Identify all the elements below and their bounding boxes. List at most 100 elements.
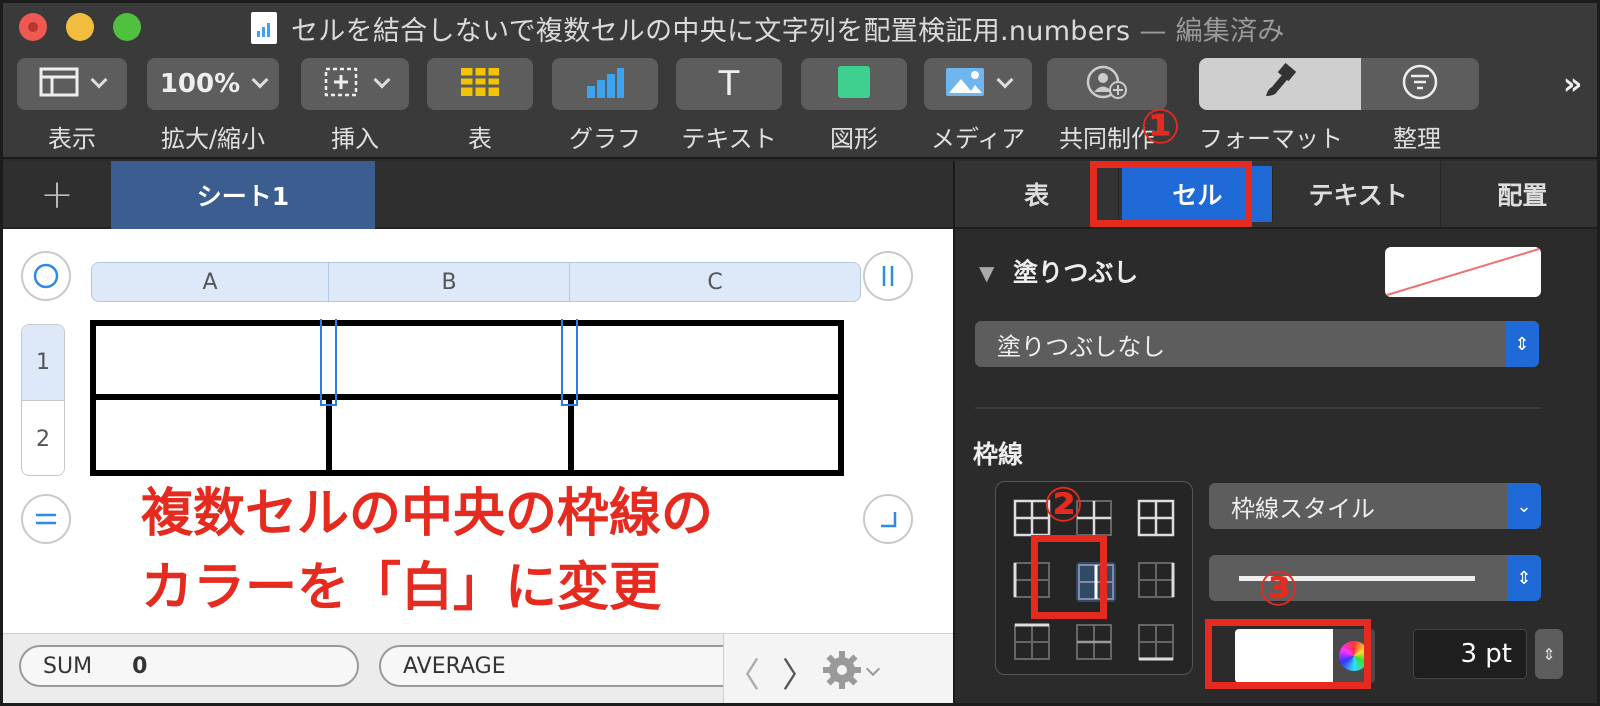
row-handle-icon bbox=[36, 513, 56, 525]
chevron-down-icon bbox=[373, 71, 391, 89]
format-organize-segmented-control bbox=[1199, 58, 1479, 110]
annotation-box-cell-tab bbox=[1090, 161, 1252, 227]
column-resize-handle[interactable] bbox=[863, 251, 913, 301]
tab-arrange[interactable]: 配置 bbox=[1441, 161, 1597, 227]
annotation-line-1: 複数セルの中央の枠線の bbox=[141, 484, 714, 544]
border-bottom-icon[interactable] bbox=[1136, 622, 1176, 662]
chevron-down-icon: ⌄ bbox=[1507, 483, 1541, 529]
fill-section-title: 塗りつぶし bbox=[1013, 258, 1139, 287]
organize-button[interactable] bbox=[1361, 58, 1479, 110]
status-controls: 〈 〉 bbox=[723, 634, 953, 703]
table-button[interactable] bbox=[427, 58, 533, 110]
border-top-icon[interactable] bbox=[1012, 622, 1052, 662]
annotation-step-2: ② bbox=[1043, 477, 1084, 533]
up-down-chevron-icon: ⇕ bbox=[1505, 321, 1539, 367]
media-label: メディア bbox=[930, 125, 1026, 153]
annotation-text: 複数セルの中央の枠線の カラーを「白」に変更 bbox=[141, 477, 713, 625]
numbers-window: セルを結合しないで複数セルの中央に文字列を配置検証用.numbers — 編集済… bbox=[0, 0, 1600, 706]
gear-icon[interactable] bbox=[820, 648, 864, 696]
average-summary[interactable]: AVERAGE bbox=[379, 645, 759, 687]
annotation-box-border-preset bbox=[1031, 535, 1107, 619]
chevron-down-icon bbox=[251, 71, 269, 89]
close-window-button[interactable] bbox=[19, 13, 47, 41]
column-header-c[interactable]: C bbox=[570, 263, 860, 301]
table-select-handle[interactable] bbox=[21, 251, 71, 301]
format-label: フォーマット bbox=[1199, 125, 1343, 153]
text-icon: T bbox=[718, 64, 740, 104]
fill-type-select[interactable]: 塗りつぶしなし ⇕ bbox=[975, 321, 1539, 367]
fill-type-value: 塗りつぶしなし bbox=[997, 332, 1166, 361]
edited-status: — 編集済み bbox=[1139, 16, 1285, 47]
format-button[interactable] bbox=[1199, 58, 1361, 110]
shape-label: 図形 bbox=[830, 125, 878, 153]
row-header-bar: 1 2 bbox=[21, 324, 65, 476]
disclosure-triangle-icon[interactable]: ▼ bbox=[979, 261, 994, 285]
border-inner-horizontal-icon[interactable] bbox=[1074, 622, 1114, 662]
add-person-icon bbox=[1083, 64, 1131, 104]
zoom-window-button[interactable] bbox=[113, 13, 141, 41]
table-grid[interactable] bbox=[89, 319, 865, 479]
sum-value: 0 bbox=[132, 653, 148, 679]
up-down-chevron-icon: ⇕ bbox=[1507, 555, 1541, 601]
text-button[interactable]: T bbox=[676, 58, 782, 110]
sum-summary[interactable]: SUM 0 bbox=[19, 645, 359, 687]
annotation-step-3: ③ bbox=[1258, 561, 1299, 617]
border-outer-icon[interactable] bbox=[1136, 498, 1176, 538]
insert-button[interactable] bbox=[301, 58, 409, 110]
numbers-document-icon bbox=[251, 12, 277, 44]
window-title: セルを結合しないで複数セルの中央に文字列を配置検証用.numbers — 編集済… bbox=[291, 9, 1285, 48]
zoom-button[interactable]: 100% bbox=[147, 58, 279, 110]
shape-button[interactable] bbox=[801, 58, 907, 110]
tab-sheet1[interactable]: シート1 bbox=[111, 161, 375, 229]
previous-icon[interactable]: 〈 bbox=[726, 648, 760, 697]
insert-icon bbox=[322, 65, 362, 103]
row-header-2[interactable]: 2 bbox=[22, 401, 64, 475]
insert-label: 挿入 bbox=[331, 125, 379, 153]
section-divider bbox=[975, 407, 1541, 409]
zoom-label: 拡大/縮小 bbox=[160, 125, 266, 153]
shape-icon bbox=[837, 65, 871, 103]
status-bar: SUM 0 AVERAGE 〈 〉 bbox=[3, 633, 953, 703]
add-sheet-button[interactable]: + bbox=[3, 161, 111, 229]
row-header-1[interactable]: 1 bbox=[22, 325, 64, 401]
border-width-stepper[interactable]: ⇕ bbox=[1535, 629, 1563, 679]
zoom-value: 100% bbox=[159, 69, 241, 99]
organize-label: 整理 bbox=[1393, 125, 1441, 153]
sidebar-layout-icon bbox=[39, 67, 79, 101]
column-header-bar: A B C bbox=[91, 262, 861, 302]
tab-text[interactable]: テキスト bbox=[1276, 161, 1441, 227]
view-button[interactable] bbox=[17, 58, 127, 110]
column-handle-icon bbox=[882, 266, 894, 286]
minimize-window-button[interactable] bbox=[66, 13, 94, 41]
sheet-canvas: A B C 1 2 複数セルの中央の枠線の カラーを「白」に変更 bbox=[3, 229, 953, 633]
border-section-title: 枠線 bbox=[973, 440, 1024, 469]
sum-label: SUM bbox=[43, 653, 93, 679]
paintbrush-icon bbox=[1260, 62, 1300, 106]
average-label: AVERAGE bbox=[403, 653, 506, 679]
corner-handle-icon bbox=[881, 512, 897, 528]
chevron-down-icon bbox=[996, 71, 1014, 89]
chart-button[interactable] bbox=[552, 58, 658, 110]
chevron-down-icon[interactable] bbox=[865, 661, 881, 677]
title-bar: セルを結合しないで複数セルの中央に文字列を配置検証用.numbers — 編集済… bbox=[3, 3, 1597, 51]
bar-chart-icon bbox=[585, 66, 625, 102]
chevron-down-icon bbox=[90, 71, 108, 89]
table-label: 表 bbox=[468, 125, 492, 153]
toolbar: 表示 100% 拡大/縮小 挿入 表 グラフ T テキスト 図形 メディア 共同… bbox=[3, 51, 1597, 159]
table-resize-handle[interactable] bbox=[863, 494, 913, 544]
table-icon bbox=[460, 67, 500, 101]
fill-color-well[interactable] bbox=[1385, 247, 1541, 297]
column-header-b[interactable]: B bbox=[329, 263, 570, 301]
circle-icon bbox=[33, 263, 59, 289]
row-resize-handle[interactable] bbox=[21, 494, 71, 544]
inspector-tabs: 表 セル テキスト 配置 bbox=[955, 161, 1597, 229]
border-width-field[interactable]: 3 pt bbox=[1413, 629, 1527, 679]
no-fill-icon bbox=[1386, 248, 1540, 296]
border-right-icon[interactable] bbox=[1136, 560, 1176, 600]
next-icon[interactable]: 〉 bbox=[782, 648, 816, 697]
media-button[interactable] bbox=[924, 58, 1032, 110]
toolbar-overflow-button[interactable]: » bbox=[1563, 67, 1582, 102]
column-header-a[interactable]: A bbox=[92, 263, 329, 301]
text-label: テキスト bbox=[681, 125, 777, 153]
border-style-select[interactable]: 枠線スタイル ⌄ bbox=[1209, 483, 1541, 529]
